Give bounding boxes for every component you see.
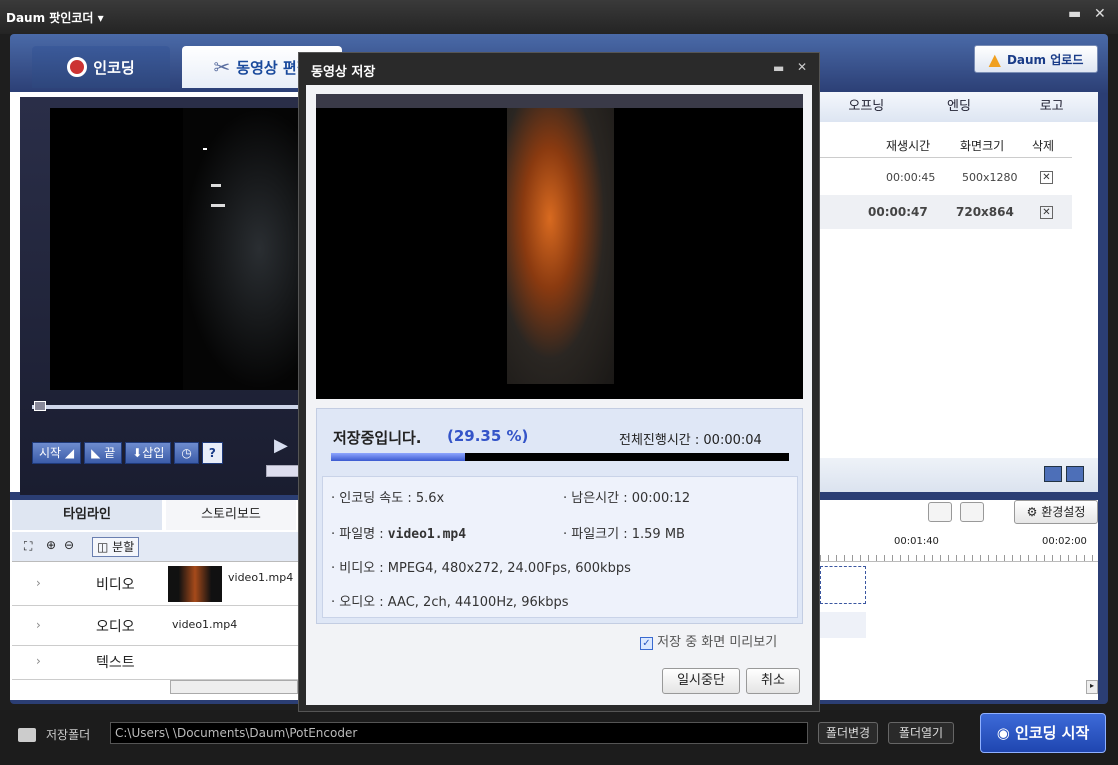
- file-row-2[interactable]: [820, 195, 1072, 229]
- minimize-icon[interactable]: ▬: [1068, 6, 1081, 22]
- ruler-label-1: 00:01:40: [894, 536, 939, 547]
- settings-button[interactable]: ⚙ 환경설정: [1014, 500, 1098, 524]
- player-screen: [50, 108, 310, 390]
- folder-icon[interactable]: [928, 502, 952, 522]
- end-mark-button[interactable]: ◣ 끝: [84, 442, 123, 464]
- timeline-scrollbar[interactable]: [170, 680, 298, 694]
- track-audio-label: 오디오: [96, 619, 135, 635]
- zoom-out-icon[interactable]: ⊖: [64, 538, 74, 552]
- video-info-text: · 비디오 : MPEG4, 480x272, 24.00Fps, 600kbp…: [331, 561, 631, 576]
- video-clip-tail[interactable]: [820, 566, 866, 604]
- tab-encoding[interactable]: 인코딩: [32, 46, 170, 88]
- seek-handle[interactable]: [34, 401, 46, 411]
- zoom-in-icon[interactable]: ⊕: [46, 538, 56, 552]
- list-view-icon[interactable]: [1066, 466, 1084, 482]
- track-text-label: 텍스트: [96, 655, 135, 671]
- file-info-box: · 인코딩 속도 : 5.6x · 남은시간 : 00:00:12 · 파일명 …: [322, 476, 798, 618]
- progress-bar: [331, 453, 789, 461]
- track-video-label: 비디오: [96, 577, 135, 593]
- video-clip-label: video1.mp4: [228, 571, 294, 584]
- percent-text: (29.35 %): [447, 427, 529, 445]
- file-row-2-size: 720x864: [956, 205, 1014, 219]
- tab-opening[interactable]: 오프닝: [820, 92, 913, 122]
- save-folder-label: 저장폴더: [46, 728, 91, 742]
- file-list-header: 재생시간 화면크기 삭제: [820, 130, 1072, 158]
- view-toolbar: [820, 458, 1098, 492]
- preview-checkbox-label: 저장 중 화면 미리보기: [657, 635, 778, 650]
- filename-row: · 파일명 : video1.mp4: [331, 527, 467, 542]
- fit-icon[interactable]: ⛶: [24, 539, 32, 554]
- timeline-toolbar: ⛶ ⊕ ⊖ ◫ 분할: [12, 532, 298, 562]
- disc-icon: [67, 57, 88, 77]
- delete-row-1-icon[interactable]: ✕: [1040, 171, 1053, 184]
- dialog-minimize-icon[interactable]: ▬: [773, 61, 784, 75]
- dialog-preview: [316, 94, 803, 399]
- track-text: › 텍스트: [12, 646, 298, 680]
- footer-bar: 저장폴더 C:\Users\ \Documents\Daum\PotEncode…: [0, 710, 1118, 765]
- file-row-2-duration: 00:00:47: [868, 205, 928, 219]
- tab-ending[interactable]: 엔딩: [913, 92, 1006, 122]
- audio-clip-label: video1.mp4: [172, 618, 238, 631]
- tab-storyboard[interactable]: 스토리보드: [166, 500, 296, 530]
- up-arrow-icon: ▲: [988, 49, 1001, 69]
- expand-audio-icon[interactable]: ›: [36, 618, 41, 632]
- help-button[interactable]: ?: [201, 442, 223, 464]
- play-icon[interactable]: ▶: [274, 435, 288, 456]
- save-folder-path[interactable]: C:\Users\ \Documents\Daum\PotEncoder: [110, 722, 808, 744]
- start-mark-button[interactable]: 시작 ◢: [32, 442, 82, 464]
- status-text: 저장중입니다.: [333, 429, 422, 447]
- track-video: › 비디오 video1.mp4: [12, 562, 298, 606]
- remaining-text: · 남은시간 : 00:00:12: [563, 491, 691, 506]
- preview-frame: [507, 108, 614, 384]
- file-row-1-size: 500x1280: [962, 171, 1018, 184]
- col-size: 화면크기: [960, 139, 1005, 153]
- app-titlebar: Daum 팟인코더 ▾ ▬ ✕: [0, 0, 1118, 34]
- open-folder-button[interactable]: 폴더열기: [888, 722, 954, 744]
- video-clip-thumb[interactable]: [168, 566, 222, 602]
- tab-timeline[interactable]: 타임라인: [12, 500, 162, 530]
- time-ruler: 00:01:40 00:02:00: [820, 532, 1098, 562]
- close-icon[interactable]: ✕: [1094, 6, 1106, 22]
- dialog-title: 동영상 저장: [311, 65, 376, 80]
- scroll-right-icon[interactable]: ▸: [1086, 680, 1098, 694]
- tab-logo[interactable]: 로고: [1005, 92, 1098, 122]
- file-row-1-duration: 00:00:45: [886, 171, 936, 184]
- clock-icon[interactable]: ◷: [174, 442, 199, 464]
- audio-info-text: · 오디오 : AAC, 2ch, 44100Hz, 96kbps: [331, 595, 569, 610]
- split-button[interactable]: ◫ 분할: [92, 537, 140, 557]
- expand-text-icon[interactable]: ›: [36, 654, 41, 668]
- pause-button[interactable]: 일시중단: [662, 668, 740, 694]
- insert-button[interactable]: ⬇삽입: [125, 442, 172, 464]
- preview-checkbox[interactable]: ✓ 저장 중 화면 미리보기: [640, 631, 777, 650]
- checkbox-icon[interactable]: ✓: [640, 637, 653, 650]
- delete-row-2-icon[interactable]: ✕: [1040, 206, 1053, 219]
- ruler-label-2: 00:02:00: [1042, 536, 1087, 547]
- col-delete: 삭제: [1032, 139, 1055, 153]
- folder-save-icon: [18, 728, 36, 742]
- dialog-close-icon[interactable]: ✕: [797, 60, 807, 74]
- audio-clip-tail[interactable]: [820, 612, 866, 638]
- app-title[interactable]: Daum 팟인코더 ▾: [6, 9, 104, 26]
- expand-video-icon[interactable]: ›: [36, 576, 41, 590]
- seek-bar[interactable]: [32, 405, 302, 409]
- player-frame: [183, 108, 310, 390]
- change-folder-button[interactable]: 폴더변경: [818, 722, 878, 744]
- track-audio: › 오디오 video1.mp4: [12, 606, 298, 646]
- daum-upload-button[interactable]: ▲ Daum 업로드: [974, 45, 1098, 73]
- cancel-button[interactable]: 취소: [746, 668, 800, 694]
- col-duration: 재생시간: [886, 139, 931, 153]
- start-encoding-button[interactable]: ◉ 인코딩 시작: [980, 713, 1106, 753]
- tab-encoding-label: 인코딩: [93, 58, 135, 77]
- filesize-text: · 파일크기 : 1.59 MB: [563, 527, 685, 542]
- scissors-icon: ✂: [213, 55, 231, 79]
- progress-fill: [331, 453, 466, 461]
- upload-label: Daum 업로드: [1006, 52, 1084, 67]
- right-panel-tabs: 오프닝 엔딩 로고: [820, 92, 1098, 122]
- save-icon[interactable]: [960, 502, 984, 522]
- speed-text: · 인코딩 속도 : 5.6x: [331, 491, 445, 506]
- elapsed-time: 전체진행시간 : 00:00:04: [619, 433, 762, 448]
- grid-view-icon[interactable]: [1044, 466, 1062, 482]
